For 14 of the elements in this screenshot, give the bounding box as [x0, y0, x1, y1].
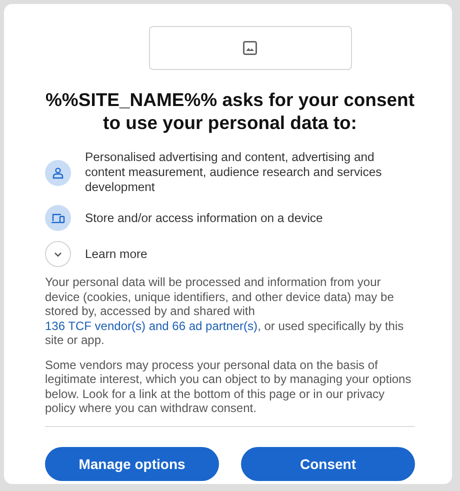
- vendors-link[interactable]: 136 TCF vendor(s) and 66 ad partner(s): [45, 318, 258, 332]
- learn-more-label[interactable]: Learn more: [85, 246, 148, 262]
- info-paragraph: Some vendors may process your personal data on the basis of legitimate interest, which you can object to by managing your options below. Look for a link at the bottom of this page or in our privacy policy where you can withdraw consent.: [45, 358, 412, 416]
- purpose-text: Personalised advertising and content, advertising and content measurement, audience research and services development: [85, 150, 383, 195]
- image-icon: [243, 41, 257, 55]
- chevron-icon: [54, 252, 62, 256]
- dialog-title: %%SITE_NAME%% asks for your consent to use your personal data to:: [45, 88, 415, 134]
- purpose-text: Store and/or access information on a device: [85, 210, 323, 226]
- consent-button[interactable]: Consent: [241, 446, 415, 480]
- info-paragraph: Your personal data will be processed and information from your device (cookies, unique identifiers, and other device data) may be stored by, accessed by and shared with 136 TCF vendor(s) and 66 ad partner(s), or used specifically by this site or app.: [45, 275, 405, 348]
- person-icon: [52, 166, 64, 178]
- devices-icon: [51, 212, 65, 224]
- expand-button[interactable]: [45, 241, 71, 267]
- manage-options-button[interactable]: Manage options: [45, 446, 219, 480]
